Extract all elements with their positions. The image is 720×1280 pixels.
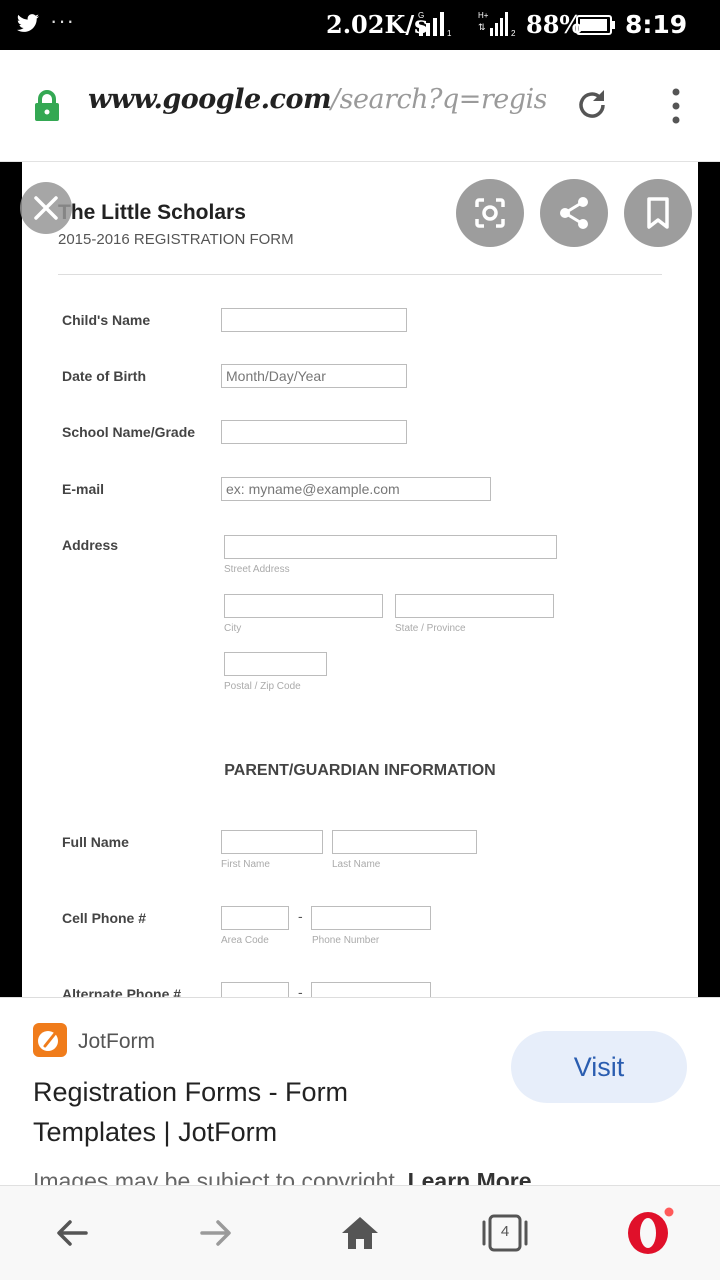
phone-dash: -	[298, 908, 303, 924]
first-name-hint: First Name	[221, 859, 270, 870]
alt-phone-number-box	[311, 982, 431, 997]
form-subtitle: 2015-2016 REGISTRATION FORM	[58, 231, 294, 248]
full-name-label: Full Name	[62, 834, 129, 850]
home-icon[interactable]	[340, 1213, 380, 1253]
image-viewer: The Little Scholars 2015-2016 REGISTRATI…	[0, 162, 720, 997]
image-result-card: JotForm Registration Forms - Form Templa…	[0, 997, 720, 1185]
state-box	[395, 594, 554, 618]
alt-phone-dash: -	[298, 984, 303, 997]
cell-phone-label: Cell Phone #	[62, 910, 147, 926]
phone-number-box	[311, 906, 431, 930]
tab-count: 4	[500, 1223, 510, 1240]
share-icon	[560, 197, 588, 229]
result-source: JotForm	[78, 1030, 156, 1053]
back-arrow-icon[interactable]	[52, 1213, 92, 1253]
forward-arrow-icon[interactable]	[196, 1213, 236, 1253]
phone-number-hint: Phone Number	[312, 935, 380, 946]
registration-form-image[interactable]: The Little Scholars 2015-2016 REGISTRATI…	[22, 162, 698, 997]
jotform-logo-icon	[33, 1023, 67, 1057]
visit-button[interactable]: Visit	[511, 1031, 687, 1103]
learn-more-link[interactable]: Learn More	[408, 1168, 532, 1185]
svg-text:2: 2	[511, 29, 516, 38]
school-label: School Name/Grade	[62, 424, 196, 440]
lens-button[interactable]	[456, 179, 524, 247]
city-hint: City	[224, 623, 242, 634]
browser-url-bar: www.google.com/search?q=registratic	[0, 50, 720, 162]
url-domain: www.google.com	[88, 84, 332, 115]
email-label: E-mail	[62, 481, 105, 497]
copyright-notice: Images may be subject to copyright. Lear…	[33, 1168, 532, 1185]
svg-text:H+: H+	[478, 11, 489, 20]
area-code-hint: Area Code	[221, 935, 269, 946]
browser-bottom-nav: 4	[0, 1185, 720, 1280]
dob-box: Month/Day/Year	[221, 364, 407, 388]
city-box	[224, 594, 383, 618]
opera-menu-icon[interactable]	[624, 1206, 674, 1256]
notification-dots: ···	[50, 8, 75, 33]
reload-icon[interactable]	[574, 87, 610, 123]
dob-label: Date of Birth	[62, 368, 146, 384]
child-name-box	[221, 308, 407, 332]
street-box	[224, 535, 557, 559]
state-hint: State / Province	[395, 623, 466, 634]
school-box	[221, 420, 407, 444]
twitter-icon	[17, 14, 39, 32]
first-name-box	[221, 830, 323, 854]
overflow-menu-icon[interactable]	[662, 86, 690, 126]
svg-text:G: G	[418, 11, 424, 20]
copyright-text: Images may be subject to copyright.	[33, 1168, 408, 1185]
zip-hint: Postal / Zip Code	[224, 681, 301, 692]
parent-section-title: PARENT/GUARDIAN INFORMATION	[224, 762, 496, 779]
alt-phone-label: Alternate Phone #	[62, 986, 182, 997]
last-name-box	[332, 830, 477, 854]
alt-area-code-box	[221, 982, 289, 997]
battery-icon	[576, 15, 615, 35]
zip-box	[224, 652, 327, 676]
area-code-box	[221, 906, 289, 930]
close-button[interactable]	[20, 182, 72, 234]
clock-time: 8:19	[625, 10, 688, 39]
form-divider	[58, 274, 662, 275]
svg-text:1: 1	[447, 29, 452, 38]
result-title-link[interactable]: Registration Forms - Form Templates | Jo…	[33, 1072, 473, 1152]
signal-icon-sim1: G 1	[418, 11, 452, 38]
share-button[interactable]	[540, 179, 608, 247]
address-label: Address	[62, 537, 119, 553]
bookmark-button[interactable]	[624, 179, 692, 247]
url-field[interactable]: www.google.com/search?q=registratic	[88, 84, 546, 128]
signal-icon-sim2: H+ ⇅ 2	[478, 11, 516, 38]
form-title: The Little Scholars	[58, 201, 246, 224]
street-hint: Street Address	[224, 564, 290, 575]
url-path: /search?q=registratic	[331, 84, 546, 115]
svg-text:⇅: ⇅	[478, 22, 486, 32]
child-name-label: Child's Name	[62, 312, 151, 328]
close-icon	[34, 196, 58, 220]
status-bar: ··· 2.02K/s G 1 H+ ⇅ 2 88% 8:19 AM	[0, 0, 720, 66]
tabs-button[interactable]: 4	[482, 1213, 528, 1253]
email-box: ex: myname@example.com	[221, 477, 491, 501]
lens-icon	[475, 198, 505, 228]
last-name-hint: Last Name	[332, 859, 381, 870]
lock-icon[interactable]	[34, 90, 60, 122]
bookmark-icon	[647, 197, 669, 229]
battery-percent: 88%	[526, 10, 583, 39]
network-speed: 2.02K/s	[326, 10, 428, 39]
